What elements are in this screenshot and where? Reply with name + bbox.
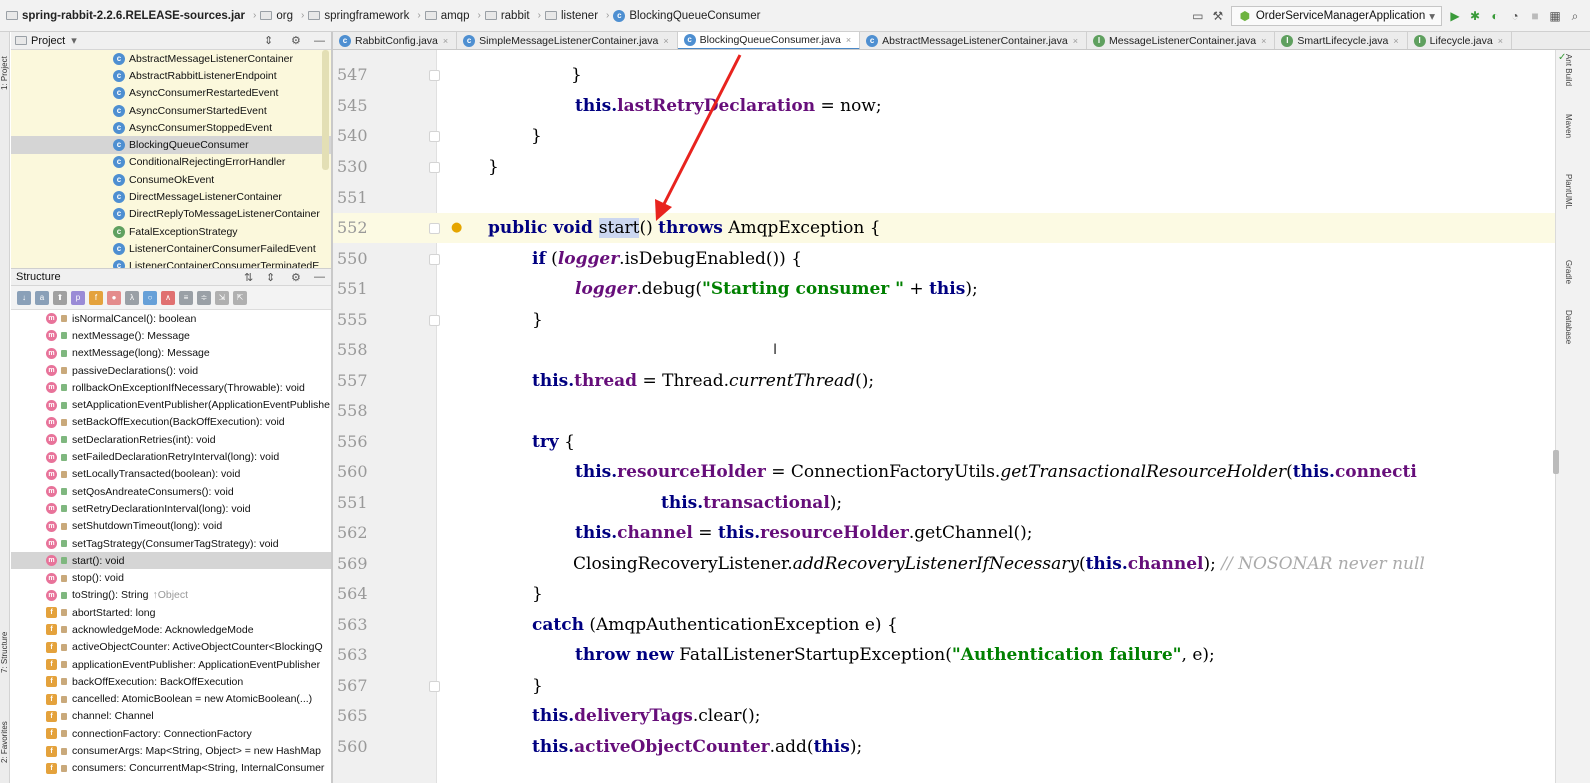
annotation-arrow: [655, 54, 742, 221]
